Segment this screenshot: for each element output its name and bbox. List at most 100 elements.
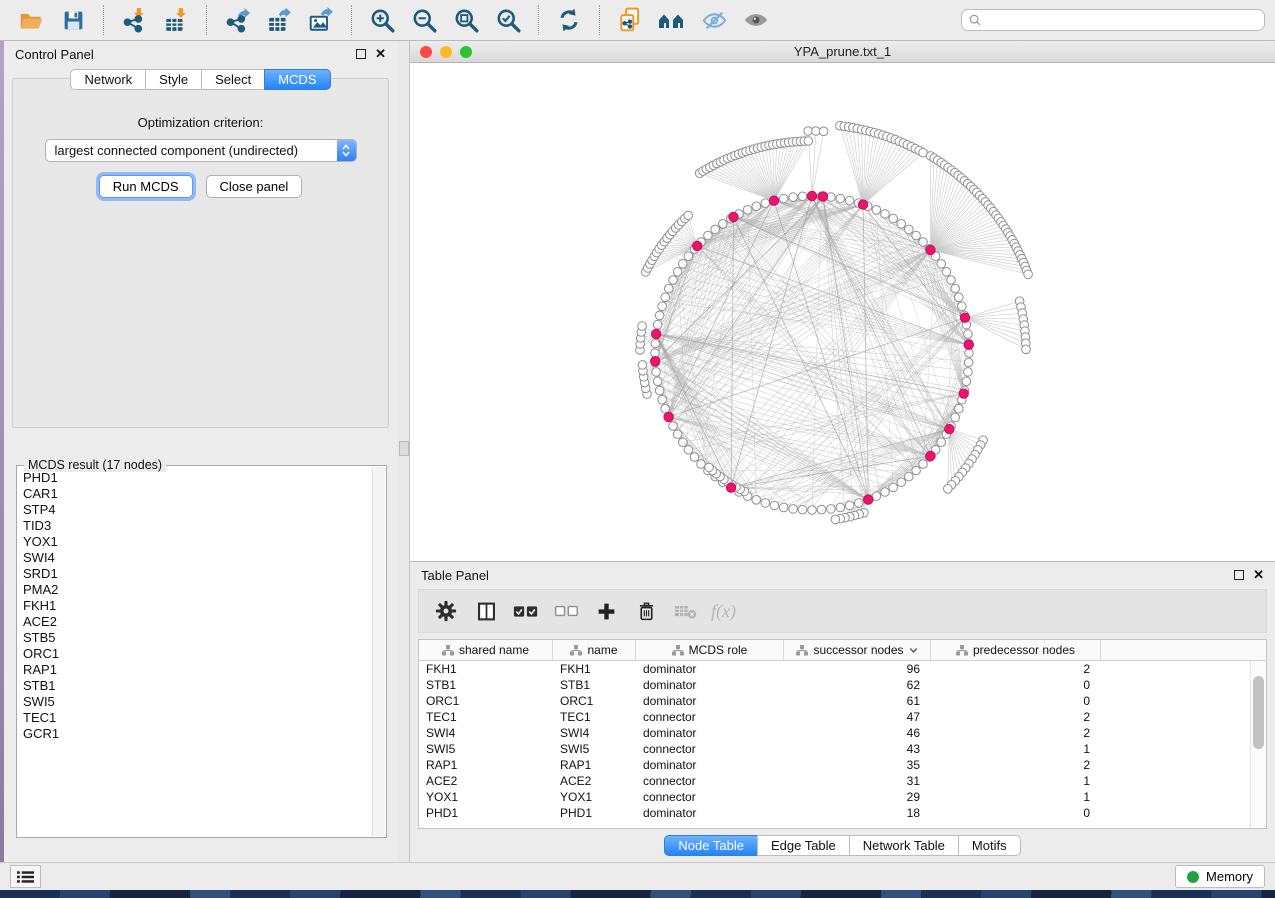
cell-predecessor-nodes[interactable]: 0 — [931, 678, 1101, 692]
table-row[interactable]: STB1STB1dominator620 — [419, 677, 1266, 693]
mcds-result-item[interactable]: SRD1 — [23, 566, 372, 582]
cell-shared-name[interactable]: SWI4 — [419, 726, 553, 740]
mcds-result-item[interactable]: CAR1 — [23, 486, 372, 502]
cell-shared-name[interactable]: TEC1 — [419, 710, 553, 724]
cell-predecessor-nodes[interactable]: 0 — [931, 806, 1101, 820]
column-header-predecessor-nodes[interactable]: predecessor nodes — [931, 640, 1101, 660]
table-settings-button[interactable] — [431, 596, 461, 626]
table-row[interactable]: ACE2ACE2connector311 — [419, 773, 1266, 789]
cell-mcds-role[interactable]: dominator — [636, 662, 784, 676]
mcds-result-item[interactable]: PMA2 — [23, 582, 372, 598]
copy-network-button[interactable] — [613, 4, 647, 36]
mcds-result-item[interactable]: GCR1 — [23, 726, 372, 742]
cell-mcds-role[interactable]: dominator — [636, 726, 784, 740]
cell-mcds-role[interactable]: connector — [636, 742, 784, 756]
cell-name[interactable]: TEC1 — [553, 710, 636, 724]
zoom-selected-button[interactable] — [491, 4, 525, 36]
tab-select[interactable]: Select — [201, 69, 264, 90]
zoom-fit-button[interactable] — [449, 4, 483, 36]
column-header-mcds-role[interactable]: MCDS role — [636, 640, 784, 660]
show-columns-button[interactable] — [471, 596, 501, 626]
window-minimize-traffic-button[interactable] — [440, 46, 452, 58]
cell-successor-nodes[interactable]: 35 — [784, 758, 931, 772]
deselect-all-button[interactable] — [551, 596, 581, 626]
save-button[interactable] — [56, 4, 90, 36]
table-row[interactable]: FKH1FKH1dominator962 — [419, 661, 1266, 677]
cell-shared-name[interactable]: STB1 — [419, 678, 553, 692]
table-row[interactable]: SWI4SWI4dominator462 — [419, 725, 1266, 741]
mcds-result-item[interactable]: RAP1 — [23, 662, 372, 678]
tab-motifs[interactable]: Motifs — [958, 835, 1021, 856]
cell-shared-name[interactable]: SWI5 — [419, 742, 553, 756]
cell-name[interactable]: RAP1 — [553, 758, 636, 772]
cell-shared-name[interactable]: RAP1 — [419, 758, 553, 772]
splitter-handle-icon[interactable] — [399, 441, 409, 456]
mcds-result-item[interactable]: TID3 — [23, 518, 372, 534]
column-header-shared-name[interactable]: shared name — [419, 640, 553, 660]
tab-mcds[interactable]: MCDS — [264, 69, 330, 90]
import-table-button[interactable] — [159, 4, 193, 36]
cell-predecessor-nodes[interactable]: 2 — [931, 710, 1101, 724]
cell-shared-name[interactable]: YOX1 — [419, 790, 553, 804]
memory-button[interactable]: Memory — [1175, 865, 1265, 888]
cell-shared-name[interactable]: PHD1 — [419, 806, 553, 820]
cell-predecessor-nodes[interactable]: 2 — [931, 758, 1101, 772]
cell-shared-name[interactable]: ORC1 — [419, 694, 553, 708]
cell-shared-name[interactable]: FKH1 — [419, 662, 553, 676]
delete-column-button[interactable] — [631, 596, 661, 626]
cell-mcds-role[interactable]: connector — [636, 774, 784, 788]
tab-network-table[interactable]: Network Table — [849, 835, 958, 856]
mcds-result-item[interactable]: TEC1 — [23, 710, 372, 726]
table-row[interactable]: RAP1RAP1dominator352 — [419, 757, 1266, 773]
mcds-result-item[interactable]: YOX1 — [23, 534, 372, 550]
cell-successor-nodes[interactable]: 31 — [784, 774, 931, 788]
export-image-button[interactable] — [304, 4, 338, 36]
cell-mcds-role[interactable]: dominator — [636, 806, 784, 820]
table-row[interactable]: TEC1TEC1connector472 — [419, 709, 1266, 725]
window-zoom-traffic-button[interactable] — [460, 46, 472, 58]
window-close-traffic-button[interactable] — [420, 46, 432, 58]
cell-name[interactable]: FKH1 — [553, 662, 636, 676]
panel-splitter[interactable] — [397, 41, 409, 862]
cell-predecessor-nodes[interactable]: 2 — [931, 662, 1101, 676]
tab-network[interactable]: Network — [70, 69, 145, 90]
cell-name[interactable]: PHD1 — [553, 806, 636, 820]
delete-table-button[interactable] — [671, 596, 701, 626]
run-mcds-button[interactable]: Run MCDS — [99, 175, 193, 198]
mcds-result-scrollbar[interactable] — [372, 467, 385, 836]
mcds-result-item[interactable]: ORC1 — [23, 646, 372, 662]
cell-name[interactable]: SWI5 — [553, 742, 636, 756]
cell-successor-nodes[interactable]: 61 — [784, 694, 931, 708]
cell-name[interactable]: ORC1 — [553, 694, 636, 708]
cell-successor-nodes[interactable]: 18 — [784, 806, 931, 820]
cell-name[interactable]: YOX1 — [553, 790, 636, 804]
table-row[interactable]: YOX1YOX1connector291 — [419, 789, 1266, 805]
search-input[interactable] — [982, 12, 1258, 28]
cell-shared-name[interactable]: ACE2 — [419, 774, 553, 788]
cell-successor-nodes[interactable]: 43 — [784, 742, 931, 756]
cell-predecessor-nodes[interactable]: 2 — [931, 726, 1101, 740]
export-network-button[interactable] — [220, 4, 254, 36]
table-row[interactable]: PHD1PHD1dominator180 — [419, 805, 1266, 821]
mcds-result-item[interactable]: FKH1 — [23, 598, 372, 614]
column-header-successor-nodes[interactable]: successor nodes — [784, 640, 931, 660]
cell-predecessor-nodes[interactable]: 1 — [931, 790, 1101, 804]
table-panel-close-button[interactable]: ✕ — [1253, 570, 1264, 580]
open-button[interactable] — [14, 4, 48, 36]
zoom-in-button[interactable] — [365, 4, 399, 36]
cell-successor-nodes[interactable]: 62 — [784, 678, 931, 692]
zoom-out-button[interactable] — [407, 4, 441, 36]
cell-predecessor-nodes[interactable]: 1 — [931, 774, 1101, 788]
cell-successor-nodes[interactable]: 29 — [784, 790, 931, 804]
table-row[interactable]: SWI5SWI5connector431 — [419, 741, 1266, 757]
cell-predecessor-nodes[interactable]: 1 — [931, 742, 1101, 756]
cell-name[interactable]: SWI4 — [553, 726, 636, 740]
cell-name[interactable]: ACE2 — [553, 774, 636, 788]
search-box[interactable] — [961, 9, 1265, 31]
hide-selected-button[interactable] — [697, 4, 731, 36]
close-panel-button[interactable]: Close panel — [206, 175, 303, 198]
cell-successor-nodes[interactable]: 96 — [784, 662, 931, 676]
table-scrollbar[interactable] — [1250, 661, 1266, 828]
column-header-name[interactable]: name — [553, 640, 636, 660]
tab-node-table[interactable]: Node Table — [664, 835, 757, 856]
